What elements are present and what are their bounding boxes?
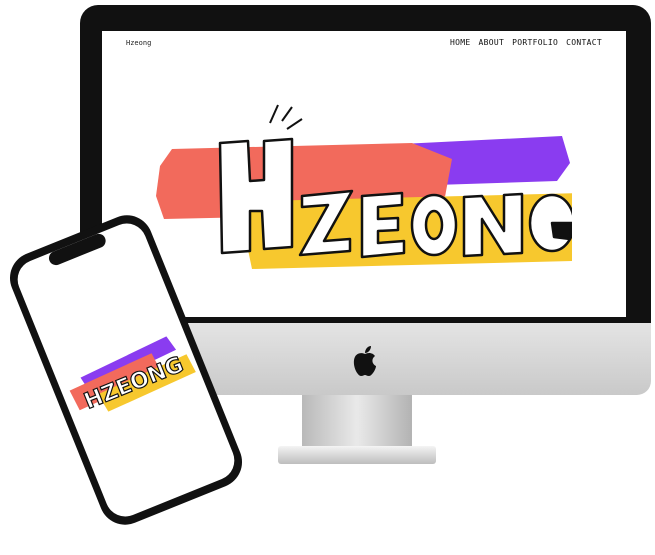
smartphone: HZEONG: [9, 215, 243, 525]
apple-logo-icon: [353, 346, 376, 376]
nav-home[interactable]: HOME: [450, 38, 470, 47]
nav-about[interactable]: ABOUT: [479, 38, 505, 47]
site-nav: HOME ABOUT PORTFOLIO CONTACT: [450, 38, 602, 47]
site-brand[interactable]: Hzeong: [126, 39, 151, 47]
monitor-stand-neck: [302, 395, 412, 450]
nav-portfolio[interactable]: PORTFOLIO: [512, 38, 558, 47]
site-header: Hzeong HOME ABOUT PORTFOLIO CONTACT: [102, 31, 626, 57]
nav-contact[interactable]: CONTACT: [566, 38, 602, 47]
monitor-stand-base: [278, 446, 436, 464]
hero-sketch-lines: [269, 104, 303, 130]
